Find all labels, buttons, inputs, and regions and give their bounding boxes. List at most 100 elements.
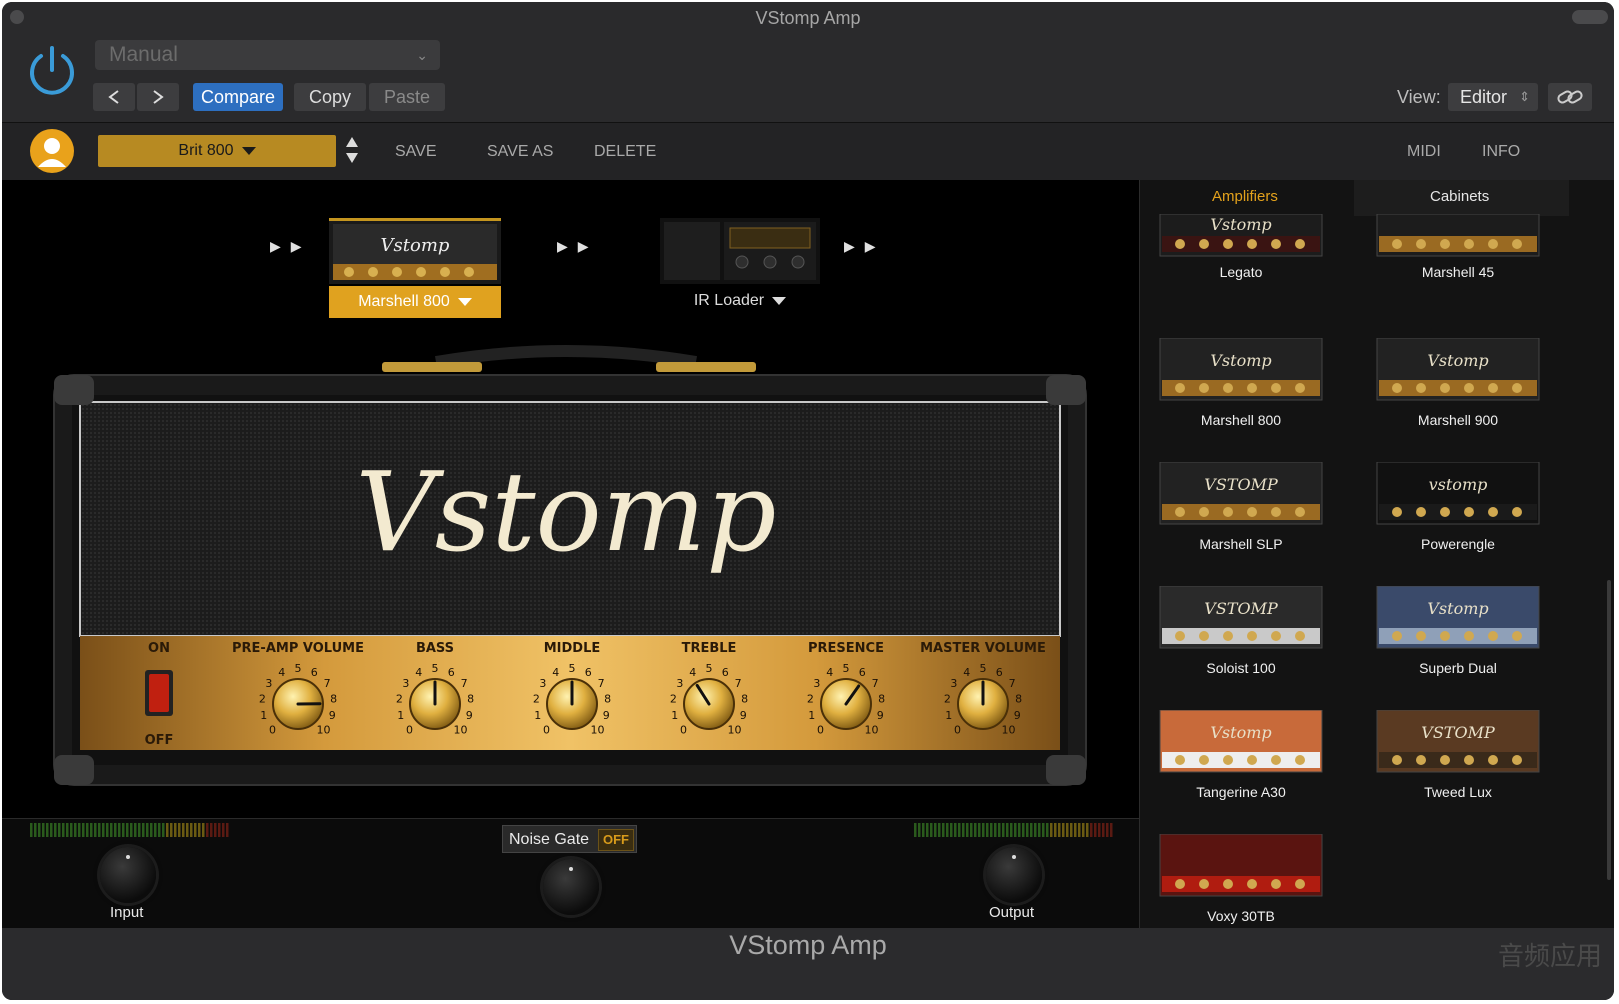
meter-segment xyxy=(98,823,101,837)
ir-loader-slot[interactable]: IR Loader xyxy=(660,218,820,318)
amp-model-thumbnail: Vstomp xyxy=(1159,710,1323,773)
amp-model-tile[interactable]: Vstomp Legato xyxy=(1158,214,1324,294)
browser-scrollbar[interactable] xyxy=(1607,580,1611,880)
meter-segment xyxy=(122,823,125,837)
window-title: VStomp Amp xyxy=(755,8,861,28)
knob-scale-mark: 8 xyxy=(604,692,611,705)
thumbnail-logo: Vstomp xyxy=(1210,215,1271,234)
meter-segment xyxy=(1106,823,1109,837)
midi-button[interactable]: MIDI xyxy=(1407,143,1441,161)
power-switch[interactable] xyxy=(149,674,169,712)
save-button[interactable]: SAVE xyxy=(395,143,437,161)
amp-model-tile[interactable]: VSTOMP Marshell SLP xyxy=(1158,462,1324,552)
next-preset-button[interactable] xyxy=(137,83,179,111)
meter-segment xyxy=(190,823,193,837)
knob-label: BASS xyxy=(416,641,454,656)
amp-slot[interactable]: Vstomp Marshell 800 xyxy=(329,218,501,318)
amp-model-tile[interactable]: vstomp Powerengle xyxy=(1375,462,1541,552)
compare-button[interactable]: Compare xyxy=(193,83,283,111)
meter-segment xyxy=(150,823,153,837)
noise-gate-knob[interactable] xyxy=(543,859,599,915)
signal-arrows-icon: ▶▶ xyxy=(557,238,599,254)
power-icon[interactable] xyxy=(24,42,80,98)
meter-segment xyxy=(998,823,1001,837)
preset-stepper[interactable] xyxy=(345,135,359,167)
tab-cabinets[interactable]: Cabinets xyxy=(1430,188,1489,205)
knob-scale-mark: 9 xyxy=(329,709,336,722)
noise-gate-state: OFF xyxy=(598,829,634,851)
meter-segment xyxy=(62,823,65,837)
meter-segment xyxy=(1082,823,1085,837)
amp-model-name: Powerengle xyxy=(1421,536,1495,552)
caret-down-icon xyxy=(457,297,472,306)
ir-loader-dropdown[interactable]: IR Loader xyxy=(660,292,820,310)
input-level-meter xyxy=(30,823,229,837)
meter-segment xyxy=(218,823,221,837)
amp-model-tile[interactable]: Vstomp Marshell 900 xyxy=(1375,338,1541,428)
knob-scale-mark: 7 xyxy=(1009,677,1016,690)
knob-scale-mark: 9 xyxy=(603,709,610,722)
amp-model-tile[interactable]: Vstomp Tangerine A30 xyxy=(1158,710,1324,800)
meter-segment xyxy=(1094,823,1097,837)
noise-gate-toggle[interactable]: Noise Gate OFF xyxy=(502,825,637,853)
thumbnail-logo: Vstomp xyxy=(1427,599,1488,618)
knob-scale-mark: 10 xyxy=(454,724,468,737)
amp-head: Vstomp ON OFF PRE-AMP VOLUME01234 5 678910… xyxy=(53,345,1087,786)
knob-scale-mark: 0 xyxy=(406,724,413,737)
knob-scale-mark: 6 xyxy=(722,666,729,679)
amp-model-tile[interactable]: Vstomp Superb Dual xyxy=(1375,586,1541,676)
plugin-toolbar: Brit 800 SAVE SAVE AS DELETE MIDI INFO xyxy=(2,122,1614,181)
knob-scale-mark: 9 xyxy=(740,709,747,722)
output-knob[interactable] xyxy=(986,847,1042,903)
knob-scale-mark: 5 xyxy=(432,662,439,675)
amp-model-tile[interactable]: VSTOMP Tweed Lux xyxy=(1375,710,1541,800)
user-avatar-icon[interactable] xyxy=(30,129,74,173)
amp-model-thumbnail xyxy=(1159,834,1323,897)
meter-segment xyxy=(222,823,225,837)
knob-label: TREBLE xyxy=(682,641,737,656)
knob-scale-mark: 8 xyxy=(878,692,885,705)
thumbnail-logo: vstomp xyxy=(1429,475,1488,494)
knob-scale-mark: 6 xyxy=(311,666,318,679)
meter-segment xyxy=(154,823,157,837)
view-select[interactable]: Editor ⇕ xyxy=(1448,83,1538,111)
knob-label: PRESENCE xyxy=(808,641,884,656)
amp-model-tile[interactable]: Marshell 45 xyxy=(1375,214,1541,294)
meter-segment xyxy=(946,823,949,837)
knob-scale-mark: 1 xyxy=(945,709,952,722)
meter-segment xyxy=(1062,823,1065,837)
paste-button[interactable]: Paste xyxy=(369,83,445,111)
meter-segment xyxy=(1046,823,1049,837)
input-knob[interactable] xyxy=(100,847,156,903)
preset-menu[interactable]: Manual ⌄ xyxy=(95,40,440,70)
tab-amplifiers[interactable]: Amplifiers xyxy=(1212,188,1278,205)
meter-segment xyxy=(174,823,177,837)
amp-logo: Vstomp xyxy=(355,448,776,576)
amp-model-tile[interactable]: VSTOMP Soloist 100 xyxy=(1158,586,1324,676)
meter-segment xyxy=(1022,823,1025,837)
knob-scale-mark: 10 xyxy=(728,724,742,737)
amp-editor: ▶▶ ▶▶ ▶▶ Vstomp Marshell 800 IR Loader V… xyxy=(2,180,1140,818)
save-as-button[interactable]: SAVE AS xyxy=(487,143,553,161)
previous-preset-button[interactable] xyxy=(93,83,135,111)
knob-scale-mark: 4 xyxy=(552,666,559,679)
knob-label: MIDDLE xyxy=(544,641,601,656)
link-button[interactable] xyxy=(1548,83,1592,111)
amp-model-label: Marshell 800 xyxy=(358,293,450,310)
amp-model-dropdown[interactable]: Marshell 800 xyxy=(329,286,501,318)
info-button[interactable]: INFO xyxy=(1482,143,1520,161)
chevron-down-icon: ⌄ xyxy=(416,47,428,63)
delete-button[interactable]: DELETE xyxy=(594,143,656,161)
preset-menu-label: Manual xyxy=(109,43,178,66)
caret-down-icon xyxy=(241,146,256,155)
thumbnail-logo: Vstomp xyxy=(1210,723,1271,742)
input-label: Input xyxy=(110,904,144,921)
amp-model-tile[interactable]: Voxy 30TB xyxy=(1158,834,1324,924)
preset-dropdown[interactable]: Brit 800 xyxy=(98,135,336,167)
plugin-window: VStomp Amp Manual ⌄ Compare Copy Paste V… xyxy=(2,2,1614,1000)
meter-segment xyxy=(142,823,145,837)
amp-slot-logo: Vstomp xyxy=(381,235,450,256)
amp-model-tile[interactable]: Vstomp Marshell 800 xyxy=(1158,338,1324,428)
amp-model-thumbnail: VSTOMP xyxy=(1376,710,1540,773)
copy-button[interactable]: Copy xyxy=(294,83,366,111)
